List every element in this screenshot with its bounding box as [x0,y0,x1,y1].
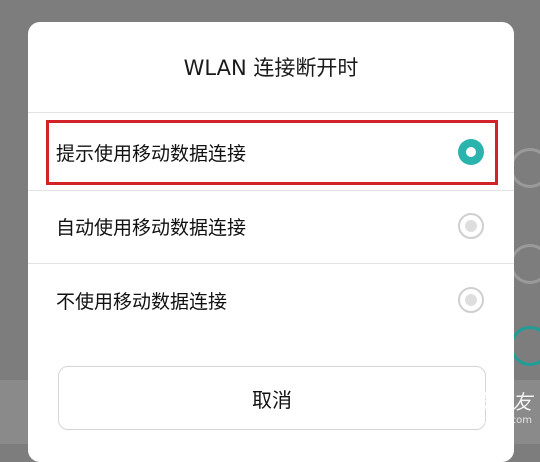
radio-unselected-icon[interactable] [458,213,484,239]
option-auto-mobile-data[interactable]: 自动使用移动数据连接 [28,190,514,262]
background-toggle-hint [510,148,540,188]
cancel-button[interactable]: 取消 [58,366,486,430]
radio-selected-icon[interactable] [458,139,484,165]
option-label: 不使用移动数据连接 [56,290,228,313]
option-label: 提示使用移动数据连接 [56,142,247,165]
background-toggle-hint [510,326,540,366]
option-prompt-mobile-data[interactable]: 提示使用移动数据连接 [28,116,514,188]
option-no-mobile-data[interactable]: 不使用移动数据连接 [28,264,514,336]
watermark-url: www.elecfans.com [438,415,532,426]
radio-unselected-icon[interactable] [458,287,484,313]
divider [28,112,514,113]
watermark: 电子发烧友 www.elecfans.com [432,386,532,426]
option-label: 自动使用移动数据连接 [56,216,247,239]
dialog-title: WLAN 连接断开时 [183,56,359,80]
background-toggle-hint [510,244,540,284]
watermark-logo-text: 电子发烧友 [432,390,532,414]
